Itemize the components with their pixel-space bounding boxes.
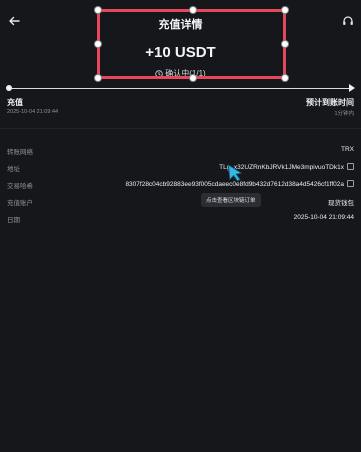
- timeline-end-arrow: [349, 84, 355, 92]
- resize-handle-left[interactable]: [95, 41, 101, 47]
- timeline-end-sub: 1分钟内: [334, 111, 354, 117]
- account-label: 充值账户: [7, 200, 33, 207]
- tx-hash-label: 交易哈希: [7, 183, 33, 190]
- timeline-start-dot: [6, 85, 12, 91]
- timeline-start-label: 充值: [7, 98, 23, 107]
- resize-handle-bottom[interactable]: [190, 75, 196, 81]
- resize-handle-bottom-left[interactable]: [95, 75, 101, 81]
- headset-icon[interactable]: [341, 14, 355, 28]
- date-label: 日期: [7, 217, 20, 224]
- resize-handle-top-left[interactable]: [95, 7, 101, 13]
- copy-icon[interactable]: [347, 163, 354, 170]
- resize-handle-top-right[interactable]: [282, 7, 288, 13]
- account-value: 现货钱包: [328, 200, 354, 207]
- section-divider: [0, 128, 361, 129]
- resize-handle-right[interactable]: [282, 41, 288, 47]
- timeline-end-label: 预计到账时间: [306, 98, 354, 107]
- timeline-track: [8, 88, 353, 89]
- resize-handle-bottom-right[interactable]: [282, 75, 288, 81]
- selection-box: [95, 7, 288, 81]
- address-label: 地址: [7, 166, 20, 173]
- resize-handle-top[interactable]: [190, 7, 196, 13]
- copy-icon[interactable]: [347, 180, 354, 187]
- tooltip: 点击查看区块链订单: [201, 193, 261, 207]
- network-value: TRX: [341, 146, 354, 153]
- mouse-cursor-icon: [227, 164, 243, 187]
- date-value: 2025-10-04 21:09:44: [293, 214, 354, 221]
- timeline-start-time: 2025-10-04 21:09:44: [7, 109, 59, 115]
- network-label: 转账网络: [7, 149, 33, 156]
